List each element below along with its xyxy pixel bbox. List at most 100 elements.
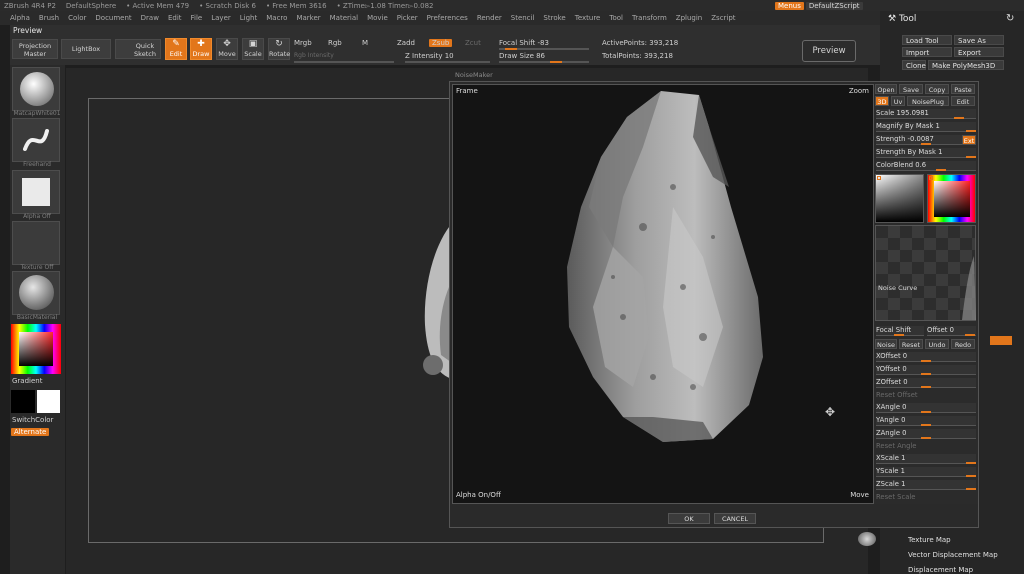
redo-curve-button[interactable]: Redo xyxy=(951,339,975,349)
make-polymesh-button[interactable]: Make PolyMesh3D xyxy=(928,60,1004,70)
menu-brush[interactable]: Brush xyxy=(39,14,59,22)
zangle-knob[interactable] xyxy=(921,437,931,439)
material-thumbnail[interactable] xyxy=(12,67,60,111)
yangle-knob[interactable] xyxy=(921,424,931,426)
texture-thumbnail[interactable] xyxy=(12,221,60,265)
mrgb-button[interactable]: Mrgb xyxy=(294,39,312,47)
refresh-icon[interactable]: ↻ xyxy=(1006,13,1014,24)
draw-size-slider[interactable]: Draw Size 86 xyxy=(499,52,545,60)
reset-offset-button[interactable]: Reset Offset xyxy=(876,391,976,401)
yoffset-slider[interactable]: YOffset 0 xyxy=(876,365,976,375)
switch-color-button[interactable]: SwitchColor xyxy=(12,416,53,424)
export-button[interactable]: Export xyxy=(954,47,1004,57)
quick-sketch-button[interactable]: Quick Sketch xyxy=(115,39,161,59)
menu-movie[interactable]: Movie xyxy=(367,14,388,22)
focal-knob[interactable] xyxy=(894,334,904,336)
menu-tool[interactable]: Tool xyxy=(609,14,623,22)
rgb-button[interactable]: Rgb xyxy=(328,39,342,47)
colorblend-slider[interactable]: ColorBlend 0.6 xyxy=(876,161,976,171)
noise-curve-editor[interactable]: Noise Curve xyxy=(875,225,976,321)
menu-edit[interactable]: Edit xyxy=(168,14,182,22)
import-button[interactable]: Import xyxy=(902,47,952,57)
rgb-intensity-track[interactable] xyxy=(294,61,394,63)
strength-slider[interactable]: Strength -0.0087 xyxy=(876,135,976,145)
menu-render[interactable]: Render xyxy=(477,14,502,22)
alternate-button[interactable]: Alternate xyxy=(11,428,50,436)
menu-macro[interactable]: Macro xyxy=(266,14,287,22)
solo-icon[interactable] xyxy=(858,532,876,546)
magnify-by-mask-slider[interactable]: Magnify By Mask 1 xyxy=(876,122,976,132)
strength-knob[interactable] xyxy=(921,143,931,145)
menu-transform[interactable]: Transform xyxy=(632,14,667,22)
menu-alpha[interactable]: Alpha xyxy=(10,14,30,22)
edit-plug-button[interactable]: Edit xyxy=(951,96,975,106)
m-button[interactable]: M xyxy=(362,39,368,47)
noise-plug-button[interactable]: NoisePlug xyxy=(907,96,949,106)
clone-button[interactable]: Clone xyxy=(902,60,926,70)
reset-angle-button[interactable]: Reset Angle xyxy=(876,442,976,452)
yscale-slider[interactable]: YScale 1 xyxy=(876,467,976,477)
strength-ext-button[interactable]: Ext xyxy=(962,135,976,145)
undo-curve-button[interactable]: Undo xyxy=(925,339,949,349)
menu-picker[interactable]: Picker xyxy=(397,14,418,22)
focal-shift-knob[interactable] xyxy=(505,48,517,50)
zscale-knob[interactable] xyxy=(966,488,976,490)
menu-zplugin[interactable]: Zplugin xyxy=(676,14,702,22)
save-button[interactable]: Save xyxy=(899,84,923,94)
zadd-button[interactable]: Zadd xyxy=(397,39,415,47)
menu-stroke[interactable]: Stroke xyxy=(543,14,565,22)
scale-button[interactable]: ▣ Scale xyxy=(242,38,264,60)
z-intensity-slider[interactable]: Z Intensity 10 xyxy=(405,52,454,60)
xscale-knob[interactable] xyxy=(966,462,976,464)
lightbox-button[interactable]: LightBox xyxy=(61,39,111,59)
rotate-button[interactable]: ↻ Rotate xyxy=(268,38,290,60)
frame-button[interactable]: Frame xyxy=(456,87,478,95)
gradient-label[interactable]: Gradient xyxy=(12,377,42,385)
focal-shift-slider[interactable]: Focal Shift -83 xyxy=(499,39,549,47)
offset-knob[interactable] xyxy=(965,334,975,336)
draw-button[interactable]: ✚ Draw xyxy=(190,38,212,60)
zsub-button[interactable]: Zsub xyxy=(429,39,453,47)
offset-slider[interactable]: Offset 0 xyxy=(927,326,976,336)
yangle-slider[interactable]: YAngle 0 xyxy=(876,416,976,426)
color-picker-square[interactable] xyxy=(19,332,53,366)
zangle-slider[interactable]: ZAngle 0 xyxy=(876,429,976,439)
open-button[interactable]: Open xyxy=(875,84,897,94)
menu-preferences[interactable]: Preferences xyxy=(427,14,468,22)
draw-size-track[interactable] xyxy=(499,61,589,63)
menu-zscript[interactable]: Zscript xyxy=(711,14,735,22)
color-2-square[interactable] xyxy=(934,181,970,217)
magnify-knob[interactable] xyxy=(966,130,976,132)
menu-stencil[interactable]: Stencil xyxy=(511,14,535,22)
xoffset-knob[interactable] xyxy=(921,360,931,362)
menu-color[interactable]: Color xyxy=(68,14,86,22)
projection-master-button[interactable]: Projection Master xyxy=(12,39,58,59)
zoffset-slider[interactable]: ZOffset 0 xyxy=(876,378,976,388)
secondary-color-swatch[interactable] xyxy=(37,390,60,413)
reset-scale-button[interactable]: Reset Scale xyxy=(876,493,976,503)
preview-button[interactable]: Preview xyxy=(802,40,856,62)
z-intensity-track[interactable] xyxy=(405,61,490,63)
xoffset-slider[interactable]: XOffset 0 xyxy=(876,352,976,362)
default-zscript-button[interactable]: DefaultZScript xyxy=(805,2,863,10)
colorblend-knob[interactable] xyxy=(936,169,946,171)
yscale-knob[interactable] xyxy=(966,475,976,477)
scale-knob[interactable] xyxy=(954,117,964,119)
noise-color-2-picker[interactable] xyxy=(927,174,976,223)
zscale-slider[interactable]: ZScale 1 xyxy=(876,480,976,490)
stroke-thumbnail[interactable] xyxy=(12,118,60,162)
vector-displacement-map-item[interactable]: Vector Displacement Map xyxy=(908,551,998,559)
focal-shift-slider[interactable]: Focal Shift xyxy=(876,326,924,336)
xangle-slider[interactable]: XAngle 0 xyxy=(876,403,976,413)
ok-button[interactable]: OK xyxy=(668,513,710,524)
menu-layer[interactable]: Layer xyxy=(211,14,231,22)
xscale-slider[interactable]: XScale 1 xyxy=(876,454,976,464)
strength-mask-knob[interactable] xyxy=(966,156,976,158)
material2-thumbnail[interactable] xyxy=(12,271,60,315)
zoffset-knob[interactable] xyxy=(921,386,931,388)
draw-size-knob[interactable] xyxy=(550,61,562,63)
menus-button[interactable]: Menus xyxy=(775,2,804,10)
displacement-map-item[interactable]: Displacement Map xyxy=(908,566,973,574)
menu-material[interactable]: Material xyxy=(330,14,358,22)
zoom-button[interactable]: Zoom xyxy=(849,87,869,95)
